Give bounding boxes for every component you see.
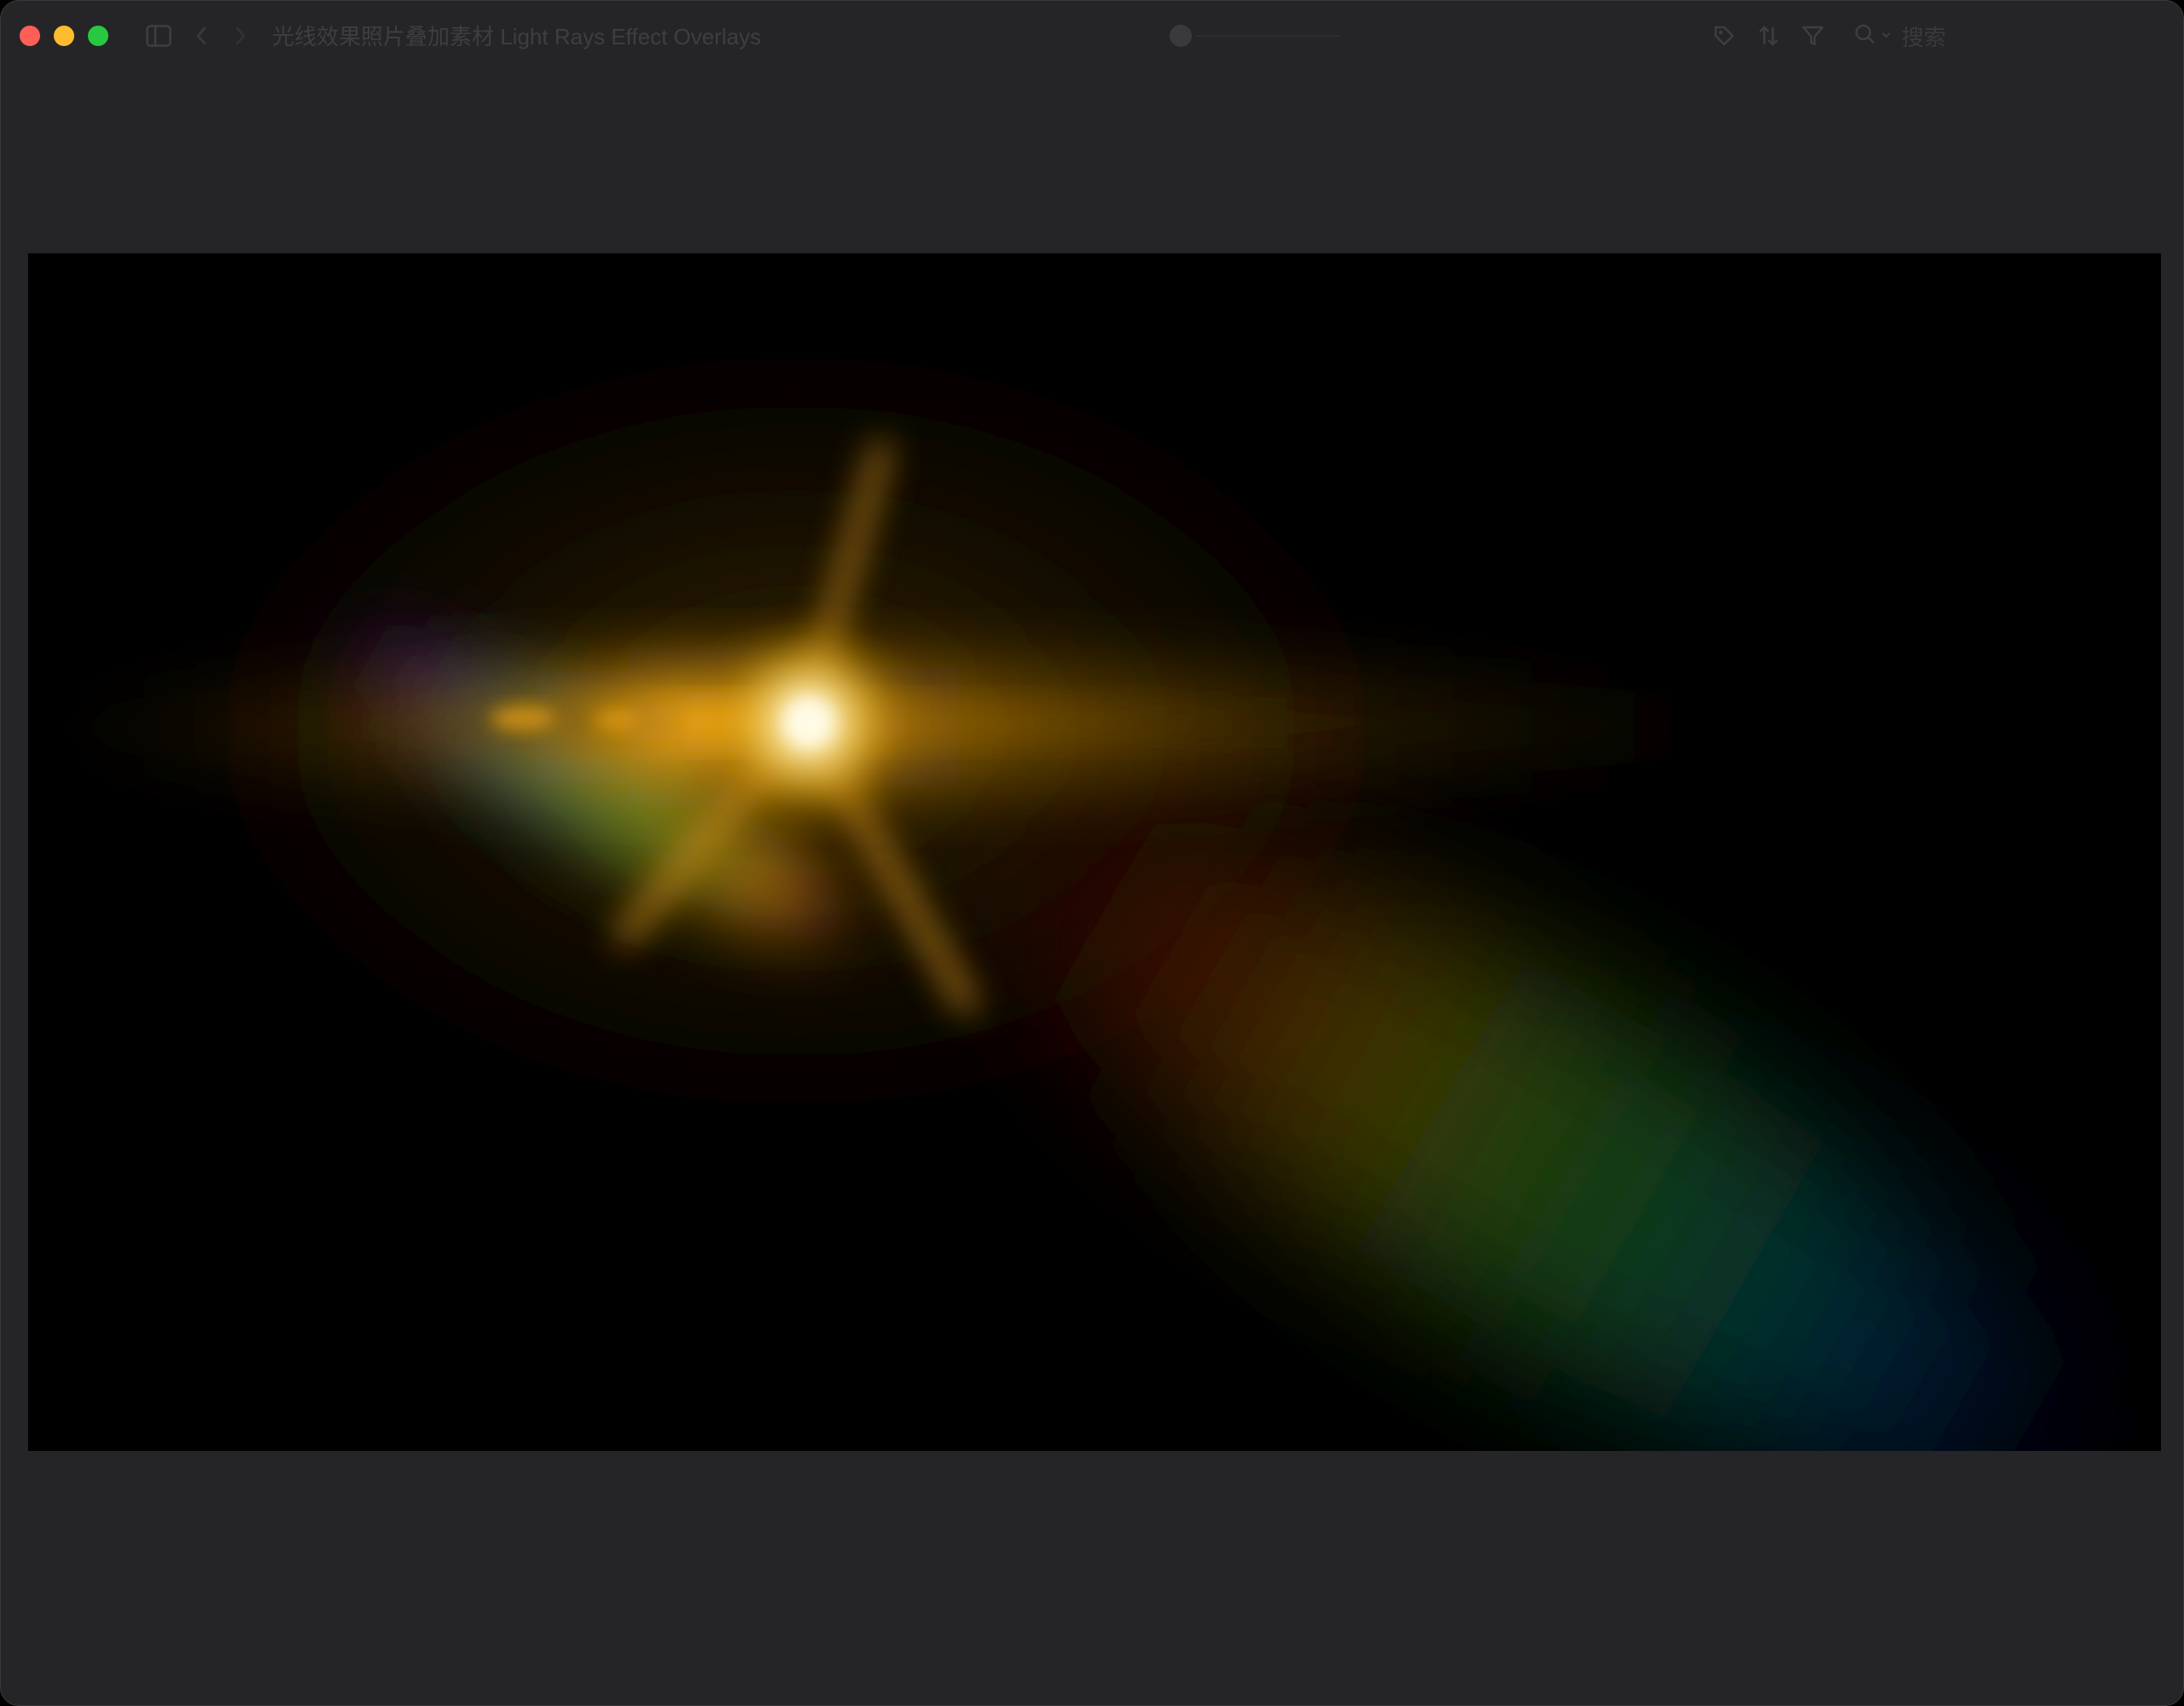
close-window-button[interactable] bbox=[20, 26, 40, 46]
title-bar: 光线效果照片叠加素材 Light Rays Effect Overlays 搜索 bbox=[1, 1, 2183, 73]
image-viewer[interactable] bbox=[28, 253, 2161, 1451]
sort-icon bbox=[1757, 24, 1780, 48]
sort-button[interactable] bbox=[1755, 21, 1782, 50]
tag-button[interactable] bbox=[1711, 21, 1738, 50]
filter-icon bbox=[1801, 24, 1825, 48]
zoom-slider-knob[interactable] bbox=[1170, 25, 1192, 47]
window-title: 光线效果照片叠加素材 Light Rays Effect Overlays bbox=[272, 24, 762, 49]
chevron-down-icon bbox=[1881, 28, 1891, 44]
zoom-window-button[interactable] bbox=[88, 26, 108, 46]
zoom-slider-track[interactable] bbox=[1195, 35, 1340, 37]
tag-icon bbox=[1712, 24, 1736, 48]
zoom-slider[interactable] bbox=[1170, 25, 1340, 47]
chevron-right-icon bbox=[235, 26, 247, 46]
minimize-window-button[interactable] bbox=[54, 26, 74, 46]
forward-button[interactable] bbox=[231, 21, 250, 50]
chevron-left-icon bbox=[195, 26, 207, 46]
search-icon bbox=[1854, 23, 1876, 49]
filter-button[interactable] bbox=[1799, 21, 1827, 50]
back-button[interactable] bbox=[192, 21, 211, 50]
preview-window: 光线效果照片叠加素材 Light Rays Effect Overlays 搜索 bbox=[0, 0, 2184, 1706]
search-field[interactable]: 搜索 bbox=[1854, 21, 1946, 50]
lens-flare-image bbox=[28, 253, 2161, 1451]
search-placeholder: 搜索 bbox=[1902, 24, 1947, 50]
sidebar-icon bbox=[146, 25, 171, 47]
sidebar-toggle-button[interactable] bbox=[144, 21, 173, 50]
